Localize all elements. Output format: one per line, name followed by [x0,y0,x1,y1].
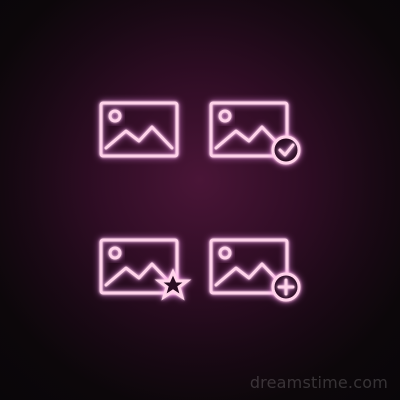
image-star-icon [99,238,192,301]
image-icon [99,101,179,158]
image-check-icon [209,101,301,165]
image-plus-icon [209,238,301,302]
icon-set-canvas: dreamstime.com [0,0,400,400]
watermark-text: dreamstime.com [249,373,388,392]
